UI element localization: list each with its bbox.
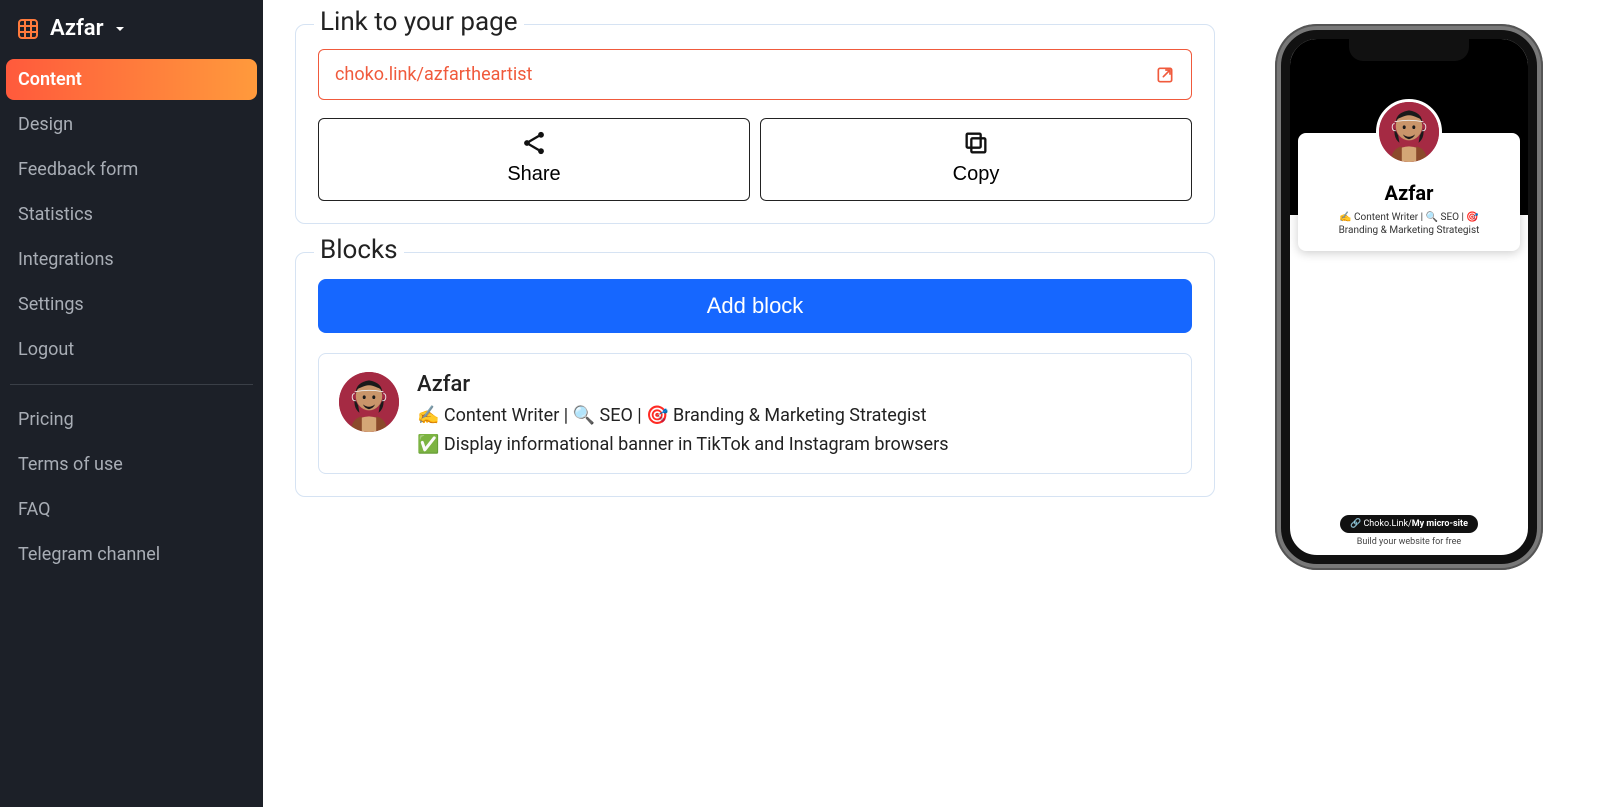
link-actions: Share Copy <box>318 118 1192 201</box>
profile-info: ✅ Display informational banner in TikTok… <box>417 434 948 455</box>
avatar <box>339 372 399 432</box>
profile-block-text: Azfar ✍️ Content Writer | 🔍 SEO | 🎯 Bran… <box>417 372 948 455</box>
profile-block[interactable]: Azfar ✍️ Content Writer | 🔍 SEO | 🎯 Bran… <box>318 353 1192 474</box>
content-column: Link to your page choko.link/azfartheart… <box>295 24 1215 497</box>
link-panel-title: Link to your page <box>314 7 524 37</box>
nav-logout[interactable]: Logout <box>6 329 257 370</box>
nav-statistics[interactable]: Statistics <box>6 194 257 235</box>
nav-content[interactable]: Content <box>6 59 257 100</box>
phone-preview: Azfar ✍️ Content Writer | 🔍 SEO | 🎯 Bran… <box>1275 24 1543 570</box>
phone-tagline: Build your website for free <box>1357 537 1461 547</box>
workspace-switcher[interactable]: Azfar <box>0 10 263 59</box>
copy-button[interactable]: Copy <box>760 118 1192 201</box>
blocks-panel-title: Blocks <box>314 235 404 265</box>
nav-design[interactable]: Design <box>6 104 257 145</box>
phone-profile-name: Azfar <box>1308 181 1510 205</box>
nav-terms[interactable]: Terms of use <box>6 444 257 485</box>
phone-profile-bio: ✍️ Content Writer | 🔍 SEO | 🎯 Branding &… <box>1308 211 1510 237</box>
phone-avatar <box>1376 99 1442 165</box>
share-label: Share <box>507 163 560 186</box>
nav-faq[interactable]: FAQ <box>6 489 257 530</box>
caret-down-icon <box>114 16 126 41</box>
nav-settings[interactable]: Settings <box>6 284 257 325</box>
share-icon <box>520 129 548 157</box>
sidebar: Azfar Content Design Feedback form Stati… <box>0 0 263 807</box>
open-external-icon <box>1155 65 1175 85</box>
nav-separator <box>10 384 253 385</box>
phone-notch <box>1349 39 1469 61</box>
nav-feedback-form[interactable]: Feedback form <box>6 149 257 190</box>
copy-label: Copy <box>953 163 1000 186</box>
brand-logo-icon <box>16 17 40 41</box>
blocks-panel: Blocks Add block Azfar ✍️ Content Writer… <box>295 252 1215 497</box>
add-block-button[interactable]: Add block <box>318 279 1192 333</box>
primary-nav: Content Design Feedback form Statistics … <box>0 59 263 370</box>
share-button[interactable]: Share <box>318 118 750 201</box>
nav-integrations[interactable]: Integrations <box>6 239 257 280</box>
phone-brand-badge: 🔗 Choko.Link/My micro-site <box>1340 515 1478 533</box>
page-link-url: choko.link/azfartheartist <box>335 64 532 85</box>
nav-telegram[interactable]: Telegram channel <box>6 534 257 575</box>
phone-content: Azfar ✍️ Content Writer | 🔍 SEO | 🎯 Bran… <box>1290 39 1528 555</box>
profile-bio: ✍️ Content Writer | 🔍 SEO | 🎯 Branding &… <box>417 405 948 426</box>
copy-icon <box>962 129 990 157</box>
phone-footer: 🔗 Choko.Link/My micro-site Build your we… <box>1290 515 1528 547</box>
profile-name: Azfar <box>417 372 948 397</box>
secondary-nav: Pricing Terms of use FAQ Telegram channe… <box>0 399 263 575</box>
link-panel: Link to your page choko.link/azfartheart… <box>295 24 1215 224</box>
workspace-name: Azfar <box>50 16 104 41</box>
page-link[interactable]: choko.link/azfartheartist <box>318 49 1192 100</box>
main-content: Link to your page choko.link/azfartheart… <box>263 0 1600 807</box>
phone-screen: Azfar ✍️ Content Writer | 🔍 SEO | 🎯 Bran… <box>1281 30 1537 564</box>
nav-pricing[interactable]: Pricing <box>6 399 257 440</box>
